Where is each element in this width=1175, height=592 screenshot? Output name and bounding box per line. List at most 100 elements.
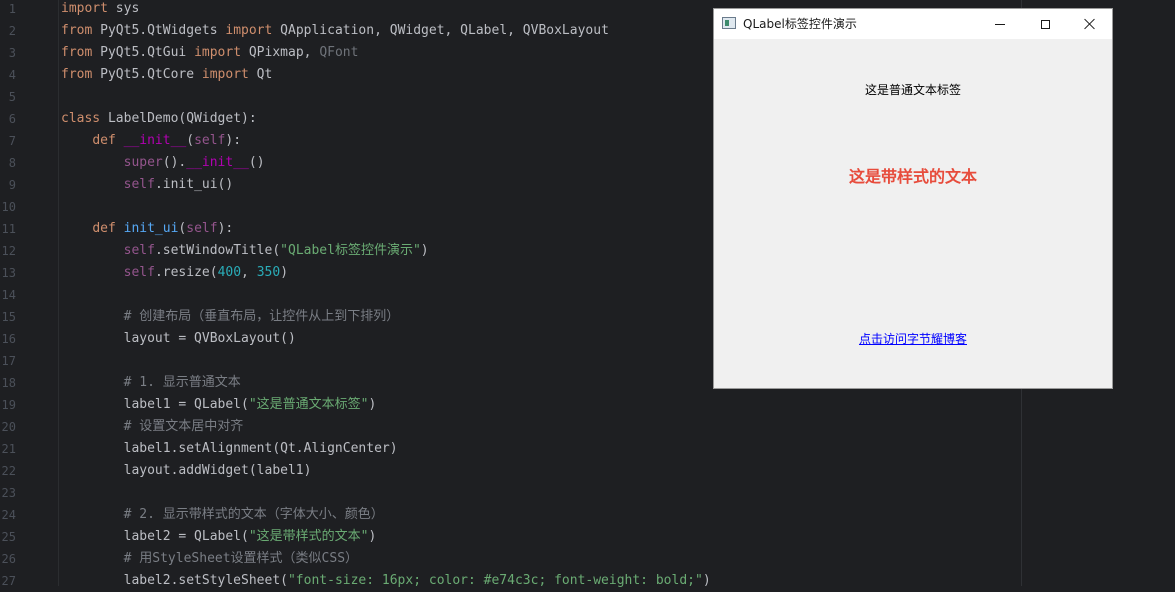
code-text: # 创建布局（垂直布局，让控件从上到下排列） [61,306,400,328]
code-token: (). [162,155,187,170]
code-token: PyQt5.QtCore [92,67,202,82]
code-line[interactable]: 27 label2.setStyleSheet("font-size: 16px… [0,570,1175,592]
line-number: 6 [8,112,16,126]
code-line[interactable]: 23 [0,482,1175,504]
code-token: import [225,23,273,38]
code-line[interactable]: 20 # 设置文本居中对齐 [0,416,1175,438]
code-token: label2 = QLabel( [61,529,249,544]
maximize-button[interactable] [1022,9,1068,39]
code-token: "这是普通文本标签" [248,397,369,412]
code-token: class [61,111,101,126]
line-number: 27 [1,574,16,588]
line-number: 5 [8,90,16,104]
close-icon [1084,18,1096,30]
minimize-icon [995,23,1005,25]
line-number: 21 [1,442,16,456]
code-token: # 创建布局（垂直布局，让控件从上到下排列） [123,309,400,324]
code-token: QPixmap, [241,45,320,60]
line-number: 9 [8,178,16,192]
code-token: # 用StyleSheet设置样式（类似CSS） [123,551,359,566]
code-text: label2.setStyleSheet("font-size: 16px; c… [61,570,711,592]
code-token: 350 [256,265,281,280]
code-token: layout.addWidget(label1) [61,463,312,478]
code-token: ): [217,221,234,236]
code-token: sys [107,1,140,16]
code-token: ( [186,133,195,148]
code-text: label2 = QLabel("这是带样式的文本") [61,526,377,548]
code-token: , [241,265,257,280]
code-token: import [61,1,108,16]
code-text: self.init_ui() [61,174,234,196]
blog-link[interactable]: 点击访问字节耀博客 [714,330,1112,347]
code-token: __init__ [186,155,249,170]
code-token: Qt [248,67,273,82]
code-token: .init_ui() [154,177,234,192]
line-number: 19 [1,398,16,412]
line-number: 1 [8,2,16,16]
code-token: label1.setAlignment(Qt.AlignCenter) [61,441,398,456]
code-line[interactable]: 19 label1 = QLabel("这是普通文本标签") [0,394,1175,416]
line-number: 24 [1,508,16,522]
code-line[interactable]: 24 # 2. 显示带样式的文本（字体大小、颜色） [0,504,1175,526]
code-token: ) [280,265,289,280]
line-number: 11 [1,222,16,236]
line-number: 8 [8,156,16,170]
line-number: 18 [1,376,16,390]
code-token: super [123,155,163,170]
line-number: 25 [1,530,16,544]
code-token: ): [225,133,242,148]
code-token: def [92,221,116,236]
code-line[interactable]: 21 label1.setAlignment(Qt.AlignCenter) [0,438,1175,460]
code-text: layout.addWidget(label1) [61,460,312,482]
styled-text-label: 这是带样式的文本 [848,167,977,186]
code-text: import sys [61,0,139,20]
code-token: self [123,265,155,280]
code-text: from PyQt5.QtGui import QPixmap, QFont [61,42,358,64]
code-token: PyQt5.QtWidgets [92,23,226,38]
line-number: 26 [1,552,16,566]
minimize-button[interactable] [977,9,1023,39]
qlabel-demo-window[interactable]: QLabel标签控件演示 这是普通文本标签 这是带样式的文本 点击访问字节耀博客 [713,8,1113,389]
line-number: 16 [1,332,16,346]
code-token: ) [368,397,377,412]
window-titlebar[interactable]: QLabel标签控件演示 [714,9,1112,39]
line-number: 13 [1,266,16,280]
code-text: # 2. 显示带样式的文本（字体大小、颜色） [61,504,384,526]
code-line[interactable]: 26 # 用StyleSheet设置样式（类似CSS） [0,548,1175,570]
code-token: self [186,221,218,236]
code-token: ) [368,529,377,544]
close-button[interactable] [1067,9,1113,39]
code-token: self [123,243,155,258]
code-text: label1 = QLabel("这是普通文本标签") [61,394,377,416]
code-token: 400 [217,265,242,280]
line-number: 14 [1,288,16,302]
line-number: 3 [8,46,16,60]
code-text: def __init__(self): [61,130,241,152]
line-number: 12 [1,244,16,258]
code-text: label1.setAlignment(Qt.AlignCenter) [61,438,398,460]
window-title: QLabel标签控件演示 [743,17,857,31]
code-text: # 1. 显示普通文本 [61,372,241,394]
code-line[interactable]: 25 label2 = QLabel("这是带样式的文本") [0,526,1175,548]
code-token: "这是带样式的文本" [248,529,369,544]
code-token: import [201,67,249,82]
code-token: # 1. 显示普通文本 [123,375,241,390]
code-token: .setWindowTitle( [154,243,281,258]
code-token: QApplication, QWidget, QLabel, QVBoxLayo… [272,23,609,38]
code-token: import [194,45,242,60]
code-token: QFont [319,45,359,60]
line-number: 10 [1,200,16,214]
code-token: init_ui [123,221,179,236]
code-token: .resize( [154,265,218,280]
code-token: from [61,45,93,60]
code-line[interactable]: 22 layout.addWidget(label1) [0,460,1175,482]
